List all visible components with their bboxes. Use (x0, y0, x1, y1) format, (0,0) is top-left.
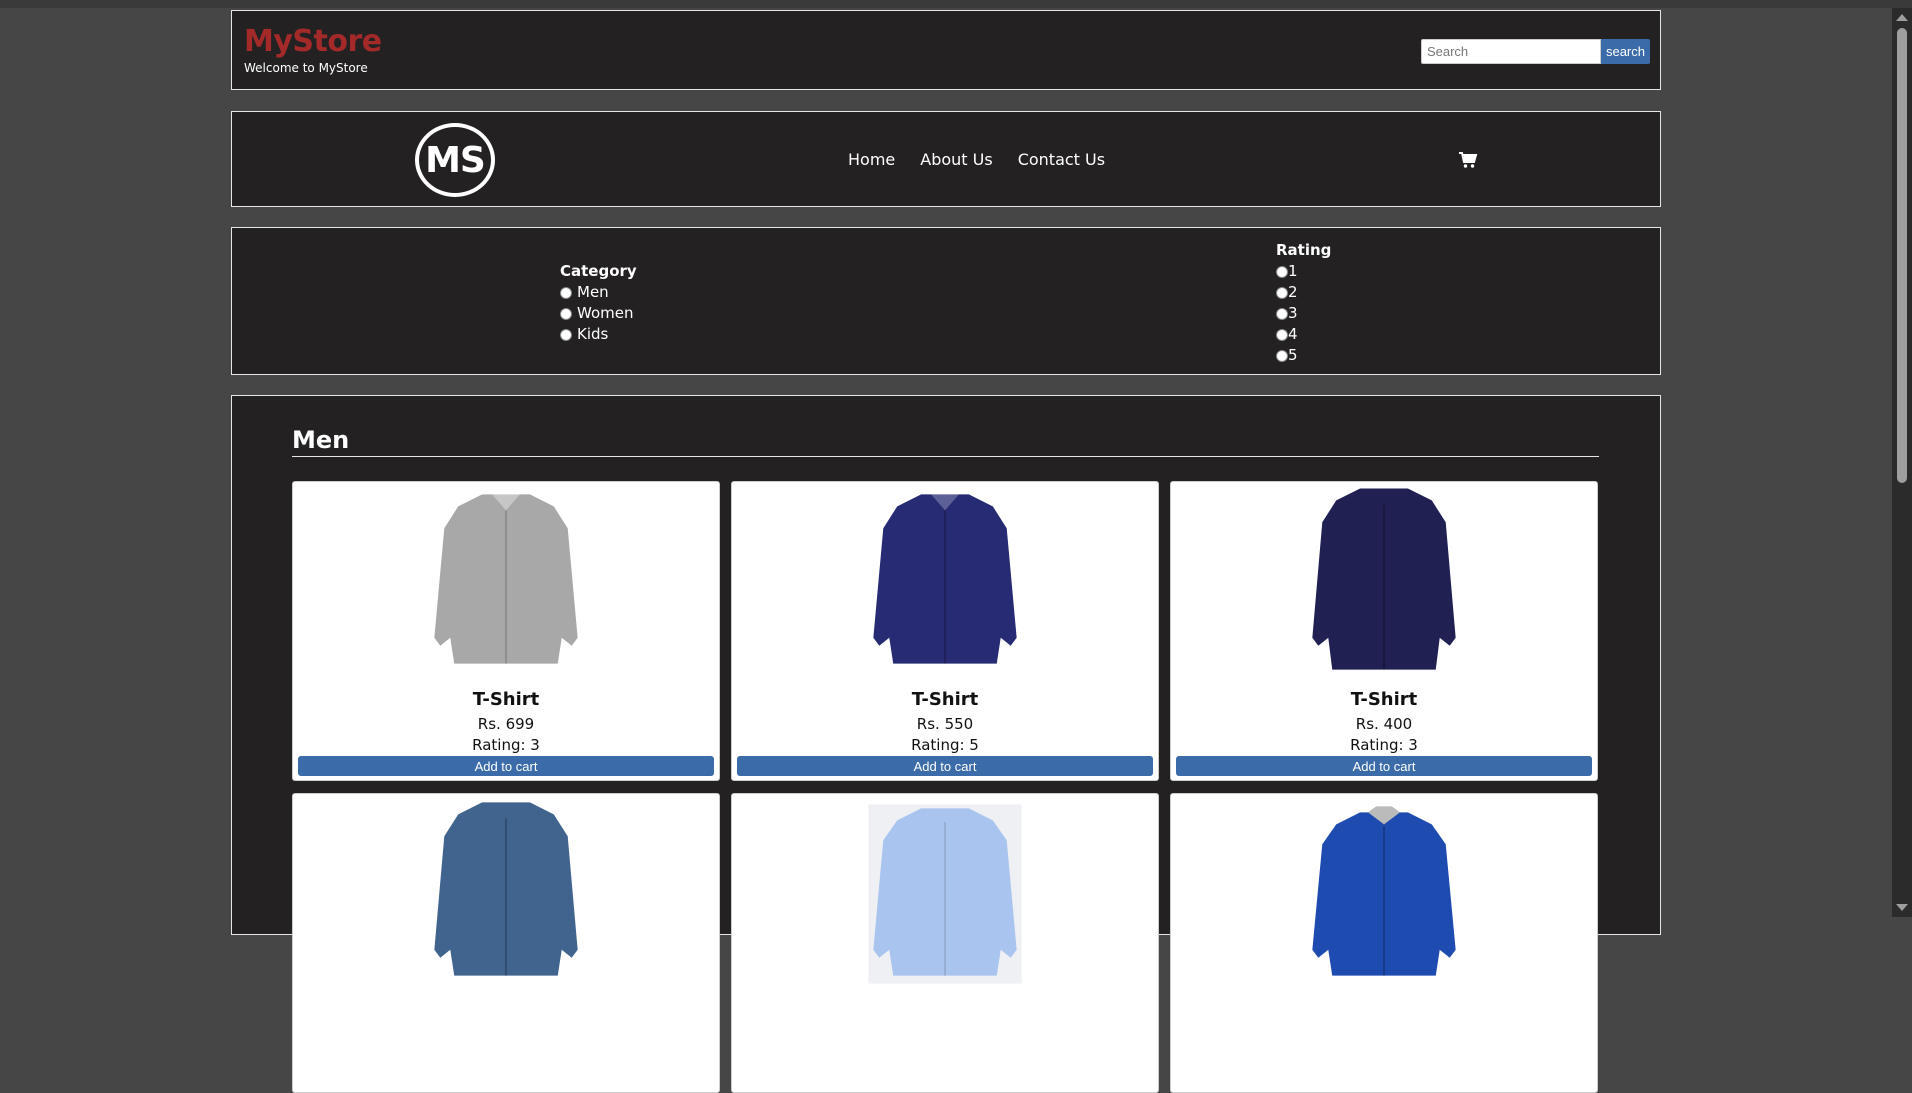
main-nav: MS Home About Us Contact Us (231, 111, 1661, 207)
product-card[interactable] (1170, 793, 1598, 1093)
brand-title[interactable]: MyStore (244, 25, 382, 59)
category-label: Men (577, 283, 609, 301)
shirt-image (873, 490, 1017, 664)
category-title: Category (560, 262, 637, 280)
rating-option-4[interactable]: 4 (1276, 324, 1331, 345)
search-button[interactable]: search (1600, 39, 1650, 64)
nav-link-contact-us[interactable]: Contact Us (1018, 150, 1105, 169)
category-option-men[interactable]: Men (560, 282, 637, 303)
product-name: T-Shirt (472, 689, 540, 710)
rating-option-3[interactable]: 3 (1276, 303, 1331, 324)
nav-link-about-us[interactable]: About Us (920, 150, 992, 169)
product-price: Rs. 699 (477, 715, 535, 733)
brand-subtitle: Welcome to MyStore (244, 61, 368, 75)
rating-title: Rating (1276, 241, 1332, 259)
shirt-image (1312, 806, 1456, 976)
rating-label: 1 (1288, 262, 1298, 280)
product-card[interactable] (731, 793, 1159, 1093)
logo-text: MS (425, 139, 486, 181)
add-to-cart-button[interactable]: Add to cart (737, 756, 1153, 776)
product-rating: Rating: 3 (1350, 736, 1418, 754)
product-name: T-Shirt (1350, 689, 1418, 710)
rating-label: 3 (1288, 304, 1298, 322)
scroll-up-icon[interactable] (1896, 14, 1908, 21)
filters-panel: Category Men Women Kids Rating 1 2 3 4 5 (231, 227, 1661, 375)
shirt-image (868, 804, 1022, 984)
category-label: Kids (577, 325, 609, 343)
search-input[interactable] (1420, 39, 1601, 64)
brand: MyStore Welcome to MyStore (244, 25, 382, 76)
product-card[interactable]: T-Shirt Rs. 400 Rating: 3 Add to cart (1170, 481, 1598, 781)
radio-rating-3[interactable] (1276, 307, 1288, 320)
cart-icon[interactable] (1458, 150, 1478, 170)
product-price: Rs. 400 (1355, 715, 1413, 733)
radio-men[interactable] (560, 286, 572, 299)
shirt-image (434, 490, 578, 664)
radio-women[interactable] (560, 307, 572, 320)
rating-label: 5 (1288, 346, 1298, 364)
product-rating: Rating: 3 (472, 736, 540, 754)
radio-rating-2[interactable] (1276, 286, 1288, 299)
radio-kids[interactable] (560, 328, 572, 341)
nav-menu: Home About Us Contact Us (848, 150, 1105, 169)
rating-option-2[interactable]: 2 (1276, 282, 1331, 303)
logo[interactable]: MS (415, 123, 495, 197)
page-scrollbar[interactable] (1892, 8, 1912, 917)
section-title: Men (292, 426, 1599, 457)
rating-label: 4 (1288, 325, 1298, 343)
shirt-image (1312, 488, 1456, 670)
search-bar: search (1420, 39, 1650, 64)
product-rating: Rating: 5 (911, 736, 979, 754)
category-option-kids[interactable]: Kids (560, 324, 637, 345)
product-card[interactable]: T-Shirt Rs. 550 Rating: 5 Add to cart (731, 481, 1159, 781)
shirt-image (434, 802, 578, 976)
add-to-cart-button[interactable]: Add to cart (298, 756, 714, 776)
rating-label: 2 (1288, 283, 1298, 301)
radio-rating-4[interactable] (1276, 328, 1288, 341)
nav-link-home[interactable]: Home (848, 150, 895, 169)
radio-rating-1[interactable] (1276, 265, 1288, 278)
rating-option-1[interactable]: 1 (1276, 261, 1331, 282)
product-name: T-Shirt (911, 689, 979, 710)
browser-top-strip (0, 0, 1912, 8)
scrollbar-thumb[interactable] (1897, 28, 1907, 483)
product-card[interactable]: T-Shirt Rs. 699 Rating: 3 Add to cart (292, 481, 720, 781)
rating-filter: Rating 1 2 3 4 5 (1276, 240, 1331, 366)
rating-option-5[interactable]: 5 (1276, 345, 1331, 366)
product-card[interactable] (292, 793, 720, 1093)
scroll-down-icon[interactable] (1896, 904, 1908, 911)
product-price: Rs. 550 (916, 715, 974, 733)
category-label: Women (577, 304, 634, 322)
category-filter: Category Men Women Kids (560, 261, 637, 345)
add-to-cart-button[interactable]: Add to cart (1176, 756, 1592, 776)
category-option-women[interactable]: Women (560, 303, 637, 324)
products-section: Men T-Shirt Rs. 699 Rating: 3 Add to car… (231, 395, 1661, 1093)
radio-rating-5[interactable] (1276, 349, 1288, 362)
site-header: MyStore Welcome to MyStore search (231, 10, 1661, 90)
